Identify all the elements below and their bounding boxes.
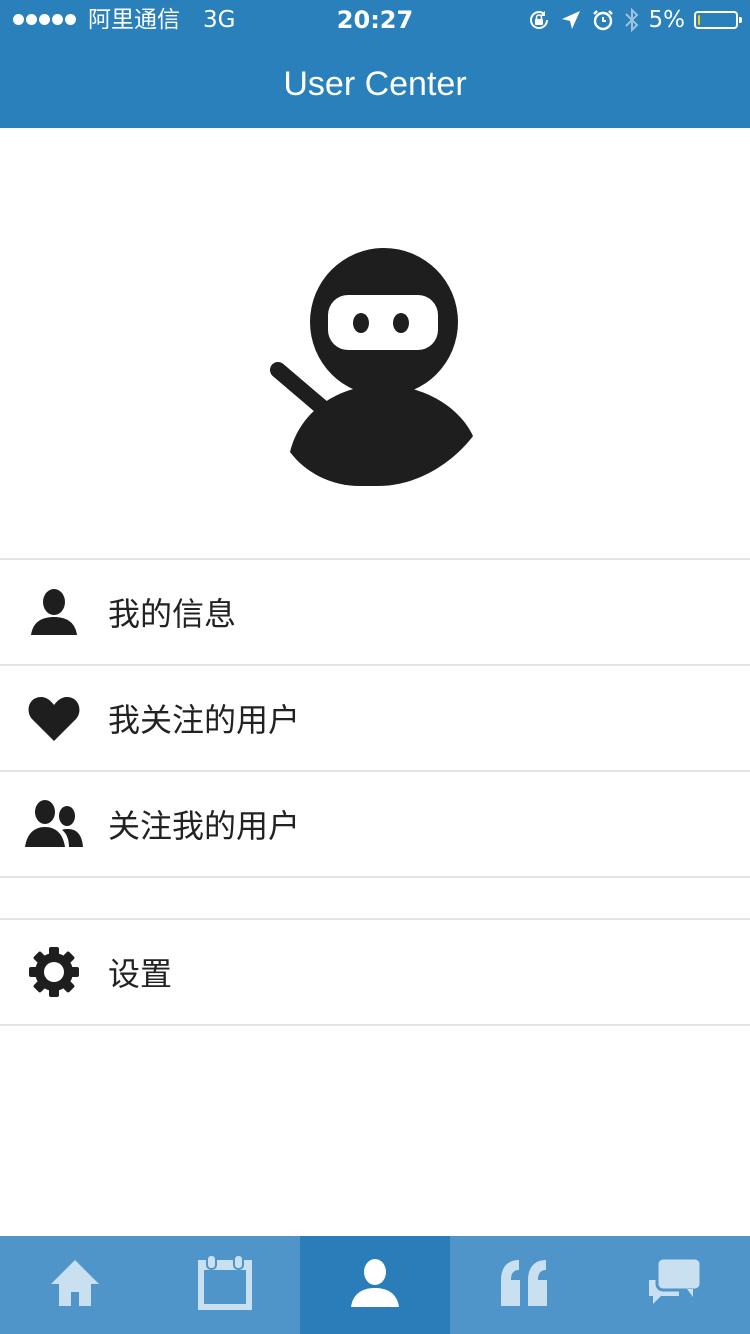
battery-icon xyxy=(694,11,742,29)
menu-item-label: 我的信息 xyxy=(108,595,237,633)
settings-menu: 设置 xyxy=(0,918,750,1026)
tab-bar xyxy=(0,1236,750,1334)
page-title: User Center xyxy=(283,64,467,103)
navigation-bar: User Center xyxy=(0,40,750,128)
bluetooth-icon xyxy=(624,7,640,33)
location-arrow-icon xyxy=(560,9,582,31)
tab-quotes[interactable] xyxy=(450,1236,600,1334)
user-icon xyxy=(24,584,84,640)
menu-item-followers[interactable]: 关注我的用户 xyxy=(0,770,750,878)
gear-icon xyxy=(24,944,84,1000)
alarm-icon xyxy=(591,8,615,32)
status-bar: 阿里通信 3G 20:27 5% xyxy=(0,0,750,40)
tab-messages[interactable] xyxy=(600,1236,750,1334)
menu-item-label: 我关注的用户 xyxy=(108,701,301,739)
menu-item-settings[interactable]: 设置 xyxy=(0,918,750,1026)
heart-icon xyxy=(24,690,84,746)
battery-percent: 5% xyxy=(648,7,686,33)
users-icon xyxy=(24,796,84,852)
menu-item-label: 关注我的用户 xyxy=(108,807,301,845)
chat-icon xyxy=(647,1256,703,1314)
tab-calendar[interactable] xyxy=(150,1236,300,1334)
calendar-icon xyxy=(196,1254,254,1316)
menu-item-my-info[interactable]: 我的信息 xyxy=(0,558,750,664)
user-menu: 我的信息 我关注的用户 关注我的用户 xyxy=(0,558,750,878)
home-icon xyxy=(49,1258,101,1312)
tab-home[interactable] xyxy=(0,1236,150,1334)
menu-item-following[interactable]: 我关注的用户 xyxy=(0,664,750,770)
battery-level xyxy=(698,15,700,25)
tab-user-center[interactable] xyxy=(300,1236,450,1334)
quote-icon xyxy=(499,1258,551,1312)
menu-item-label: 设置 xyxy=(108,955,173,993)
user-icon xyxy=(349,1257,401,1313)
rotation-lock-icon xyxy=(527,8,551,32)
ninja-avatar-icon xyxy=(260,240,490,490)
